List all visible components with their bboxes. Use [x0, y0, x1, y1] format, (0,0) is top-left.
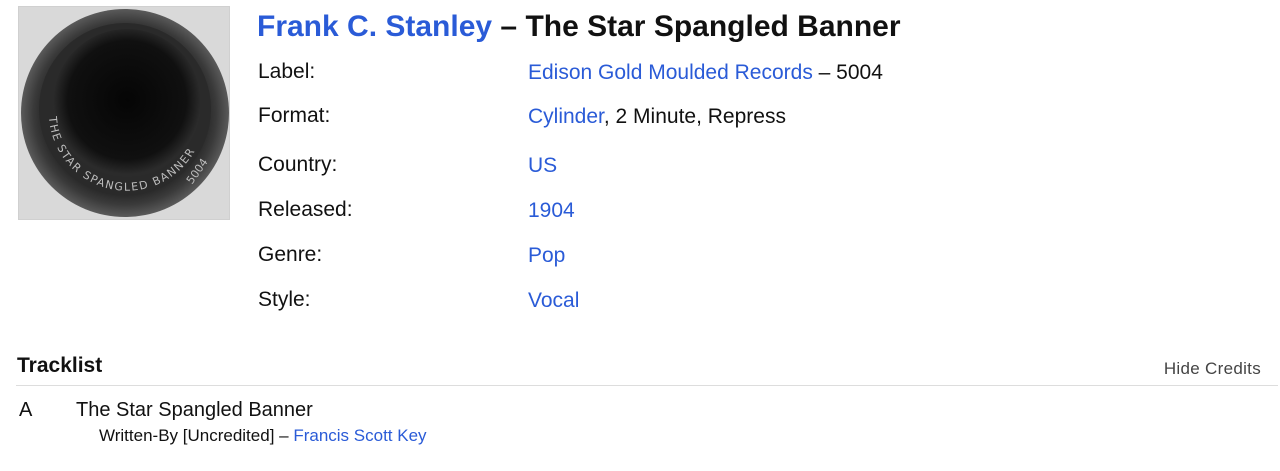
release-page: THE STAR SPANGLED BANNER 5004 Frank C. S… — [0, 0, 1280, 471]
track-title: The Star Spangled Banner — [76, 399, 313, 421]
style-value: Vocal — [528, 286, 579, 316]
credit-role: Written-By [Uncredited] – — [99, 426, 294, 445]
credit-artist-link[interactable]: Francis Scott Key — [293, 426, 426, 445]
style-heading: Style: — [258, 288, 311, 311]
genre-value: Pop — [528, 241, 565, 271]
info-row-style: Style: Vocal — [258, 285, 1258, 315]
hide-credits-button[interactable]: Hide Credits — [1164, 358, 1261, 380]
released-heading: Released: — [258, 198, 353, 221]
title-separator: – — [500, 10, 526, 43]
info-row-country: Country: US — [258, 150, 1258, 180]
info-row-genre: Genre: Pop — [258, 240, 1258, 270]
format-heading: Format: — [258, 104, 331, 127]
catalog-number: – 5004 — [812, 61, 883, 84]
country-value: US — [528, 151, 557, 181]
tracklist-heading: Tracklist — [17, 354, 103, 377]
release-image[interactable]: THE STAR SPANGLED BANNER 5004 — [18, 6, 230, 220]
artist-link[interactable]: Frank C. Stanley — [257, 10, 492, 43]
track-credit: Written-By [Uncredited] – Francis Scott … — [99, 425, 427, 447]
released-link[interactable]: 1904 — [528, 199, 575, 222]
info-row-released: Released: 1904 — [258, 195, 1258, 225]
genre-heading: Genre: — [258, 243, 323, 266]
label-link[interactable]: Edison Gold Moulded Records — [528, 61, 813, 84]
format-link[interactable]: Cylinder — [528, 105, 604, 128]
country-heading: Country: — [258, 153, 338, 176]
label-heading: Label: — [258, 60, 316, 83]
release-title: The Star Spangled Banner — [525, 10, 901, 43]
released-value: 1904 — [528, 196, 575, 226]
info-row-label: Label: Edison Gold Moulded Records – 500… — [258, 57, 1258, 87]
info-row-format: Format: Cylinder, 2 Minute, Repress — [258, 101, 1258, 131]
style-link[interactable]: Vocal — [528, 289, 579, 312]
label-value: Edison Gold Moulded Records – 5004 — [528, 58, 883, 88]
format-value: Cylinder, 2 Minute, Repress — [528, 102, 786, 132]
country-link[interactable]: US — [528, 154, 557, 177]
track-position: A — [19, 399, 33, 421]
page-title: Frank C. Stanley – The Star Spangled Ban… — [257, 9, 901, 45]
format-details: , 2 Minute, Repress — [603, 105, 786, 128]
tracklist-divider — [16, 385, 1278, 386]
cylinder-image: THE STAR SPANGLED BANNER 5004 — [19, 7, 229, 219]
genre-link[interactable]: Pop — [528, 244, 565, 267]
